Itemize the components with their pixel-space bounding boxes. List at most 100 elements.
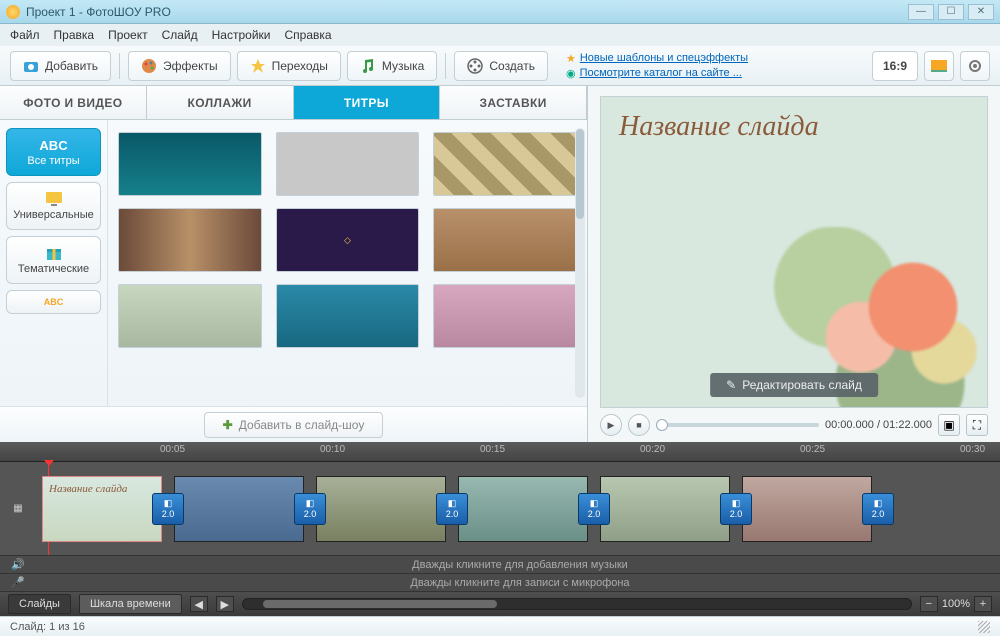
category-thematic[interactable]: Тематические [6,236,101,284]
timeline-ruler[interactable]: 00:05 00:10 00:15 00:20 00:25 00:30 [0,442,1000,462]
view-slides-tab[interactable]: Слайды [8,594,71,614]
zoom-out-button[interactable]: − [920,596,938,612]
transition-chip[interactable]: ◧2.0 [294,493,326,525]
transition-chip[interactable]: ◧2.0 [436,493,468,525]
menu-help[interactable]: Справка [284,28,331,42]
category-universal-label: Универсальные [13,209,94,221]
snapshot-button[interactable]: ▣ [938,414,960,436]
status-text: Слайд: 1 из 16 [10,621,85,633]
title-thumb[interactable] [433,284,577,348]
menu-project[interactable]: Проект [108,28,148,42]
toolbar-links: ★ Новые шаблоны и спецэффекты ◉ Посмотри… [566,52,748,80]
ruler-mark: 00:30 [960,444,985,455]
maximize-button[interactable]: ☐ [938,4,964,20]
menu-settings[interactable]: Настройки [212,28,271,42]
category-sidebar: ABC Все титры Универсальные Тематические… [0,120,108,406]
add-to-slideshow-button[interactable]: ✚ Добавить в слайд-шоу [204,412,384,438]
create-button[interactable]: Создать [454,51,548,81]
camera-icon [23,58,39,74]
timeline-panel: 00:05 00:10 00:15 00:20 00:25 00:30 ▦ На… [0,442,1000,592]
titlebar: Проект 1 - ФотоШОУ PRO — ☐ ✕ [0,0,1000,24]
zoom-in-button[interactable]: + [974,596,992,612]
category-tabs: Фото и видео Коллажи Титры Заставки [0,86,587,120]
templates-link[interactable]: Новые шаблоны и спецэффекты [580,52,748,64]
category-universal[interactable]: Универсальные [6,182,101,230]
title-thumb[interactable] [433,208,577,272]
tab-intros[interactable]: Заставки [440,86,587,119]
menu-edit[interactable]: Правка [54,28,95,42]
title-thumb[interactable] [118,208,262,272]
title-thumb[interactable] [118,284,262,348]
display-icon [931,60,947,72]
stop-button[interactable]: ■ [628,414,650,436]
mic-icon: 🎤 [8,573,28,593]
edit-slide-button[interactable]: ✎ Редактировать слайд [710,373,878,397]
transitions-button[interactable]: Переходы [237,51,341,81]
audio-track[interactable]: 🔊 Дважды кликните для добавления музыки [0,556,1000,574]
ruler-mark: 00:10 [320,444,345,455]
close-button[interactable]: ✕ [968,4,994,20]
title-thumb[interactable] [118,132,262,196]
zoom-value: 100% [942,598,970,610]
status-bar: Слайд: 1 из 16 [0,616,1000,636]
titles-grid: ◇ [108,120,587,406]
catalog-link[interactable]: Посмотрите каталог на сайте ... [580,67,742,79]
timeline-slide[interactable] [742,476,872,542]
view-timeline-tab[interactable]: Шкала времени [79,594,182,614]
app-icon [6,5,20,19]
timeline-slide[interactable] [174,476,304,542]
play-button[interactable]: ▶ [600,414,622,436]
transition-chip[interactable]: ◧2.0 [720,493,752,525]
add-slideshow-label: Добавить в слайд-шоу [239,418,365,432]
timeline-slide[interactable] [458,476,588,542]
gift-icon [44,245,64,261]
main-toolbar: Добавить Эффекты Переходы Музыка Создать… [0,46,1000,86]
add-button[interactable]: Добавить [10,51,111,81]
audio-hint: Дважды кликните для добавления музыки [412,559,628,571]
view-bar: Слайды Шкала времени ◀ ▶ − 100% + [0,592,1000,616]
settings-button[interactable] [960,51,990,81]
category-thematic-label: Тематические [18,263,89,275]
scroll-right-button[interactable]: ▶ [216,596,234,612]
transition-chip[interactable]: ◧2.0 [578,493,610,525]
title-thumb[interactable]: ◇ [276,208,420,272]
pencil-icon: ✎ [726,378,736,392]
timeline-scrollbar[interactable] [242,598,912,610]
minimize-button[interactable]: — [908,4,934,20]
scroll-left-button[interactable]: ◀ [190,596,208,612]
resize-grip[interactable] [978,621,990,633]
video-track[interactable]: ▦ Название слайда ◧2.0 ◧2.0 ◧2.0 ◧2.0 ◧2… [0,462,1000,556]
timeline-slide[interactable] [600,476,730,542]
title-thumb[interactable] [276,284,420,348]
plus-icon: ✚ [223,418,233,432]
palette-icon [141,58,157,74]
tab-titles[interactable]: Титры [294,86,441,119]
mic-track[interactable]: 🎤 Дважды кликните для записи с микрофона [0,574,1000,592]
mic-hint: Дважды кликните для записи с микрофона [410,577,629,589]
timeline-slide[interactable]: Название слайда [42,476,162,542]
create-label: Создать [489,59,535,73]
timeline-slide[interactable] [316,476,446,542]
effects-button[interactable]: Эффекты [128,51,231,81]
tab-collages[interactable]: Коллажи [147,86,294,119]
preview-seekbar[interactable] [656,423,819,427]
speaker-icon: 🔊 [8,555,28,575]
title-thumb[interactable] [433,132,577,196]
gear-icon [967,58,983,74]
aspect-ratio-button[interactable]: 16:9 [872,51,918,81]
display-mode-button[interactable] [924,51,954,81]
preview-controls: ▶ ■ 00:00.000 / 01:22.000 ▣ ⛶ [600,408,988,436]
music-button[interactable]: Музыка [347,51,437,81]
menu-file[interactable]: Файл [10,28,40,42]
transition-chip[interactable]: ◧2.0 [152,493,184,525]
category-all-titles[interactable]: ABC Все титры [6,128,101,176]
category-extra[interactable]: ABC [6,290,101,314]
tab-photo-video[interactable]: Фото и видео [0,86,147,119]
grid-scrollbar[interactable] [575,128,585,398]
abc-small-icon: ABC [44,297,64,307]
video-track-icon: ▦ [8,499,28,519]
transition-chip[interactable]: ◧2.0 [862,493,894,525]
menu-slide[interactable]: Слайд [162,28,198,42]
fullscreen-button[interactable]: ⛶ [966,414,988,436]
title-thumb[interactable] [276,132,420,196]
